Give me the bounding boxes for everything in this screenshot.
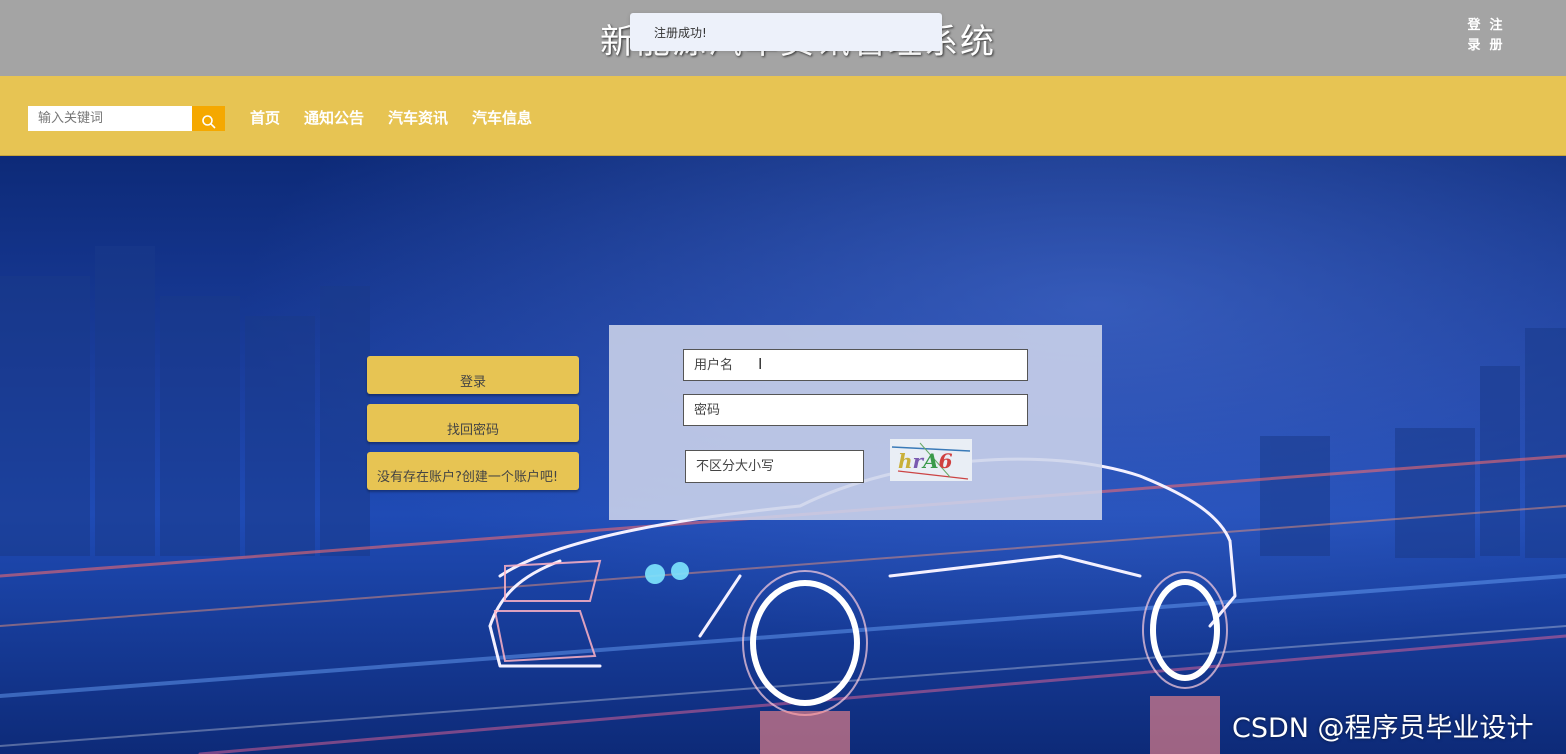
- login-tab-button[interactable]: 登录: [367, 356, 579, 394]
- forgot-password-button[interactable]: 找回密码: [367, 404, 579, 442]
- text-cursor-icon: I: [758, 355, 763, 373]
- svg-text:hrA6: hrA6: [898, 449, 953, 473]
- nav-car-info[interactable]: 汽车信息: [472, 106, 532, 130]
- auth-links: 登录注册: [1466, 16, 1514, 56]
- login-link[interactable]: 登录: [1466, 16, 1482, 56]
- nav-links: 首页 通知公告 汽车资讯 汽车信息: [250, 106, 556, 130]
- search-icon: [202, 114, 216, 128]
- nav-bar: 首页 通知公告 汽车资讯 汽车信息: [0, 76, 1566, 156]
- username-input[interactable]: [683, 349, 1028, 381]
- nav-notices[interactable]: 通知公告: [304, 106, 364, 130]
- login-panel: I hrA6: [609, 325, 1102, 520]
- create-account-button[interactable]: 没有存在账户?创建一个账户吧!: [367, 452, 579, 490]
- register-link[interactable]: 注册: [1488, 16, 1504, 56]
- nav-car-news[interactable]: 汽车资讯: [388, 106, 448, 130]
- page: 新能源汽车资讯管理系统 登录注册 注册成功! 首页 通知公告 汽车资讯 汽车信息: [0, 0, 1566, 754]
- watermark: CSDN @程序员毕业设计: [1232, 713, 1534, 744]
- success-toast: 注册成功!: [630, 13, 942, 51]
- captcha-input[interactable]: [685, 450, 864, 483]
- password-input[interactable]: [683, 394, 1028, 426]
- toast-message: 注册成功!: [654, 26, 707, 40]
- captcha-image[interactable]: hrA6: [890, 439, 972, 481]
- search-button[interactable]: [192, 106, 225, 131]
- search-input[interactable]: [28, 106, 192, 131]
- nav-home[interactable]: 首页: [250, 106, 280, 130]
